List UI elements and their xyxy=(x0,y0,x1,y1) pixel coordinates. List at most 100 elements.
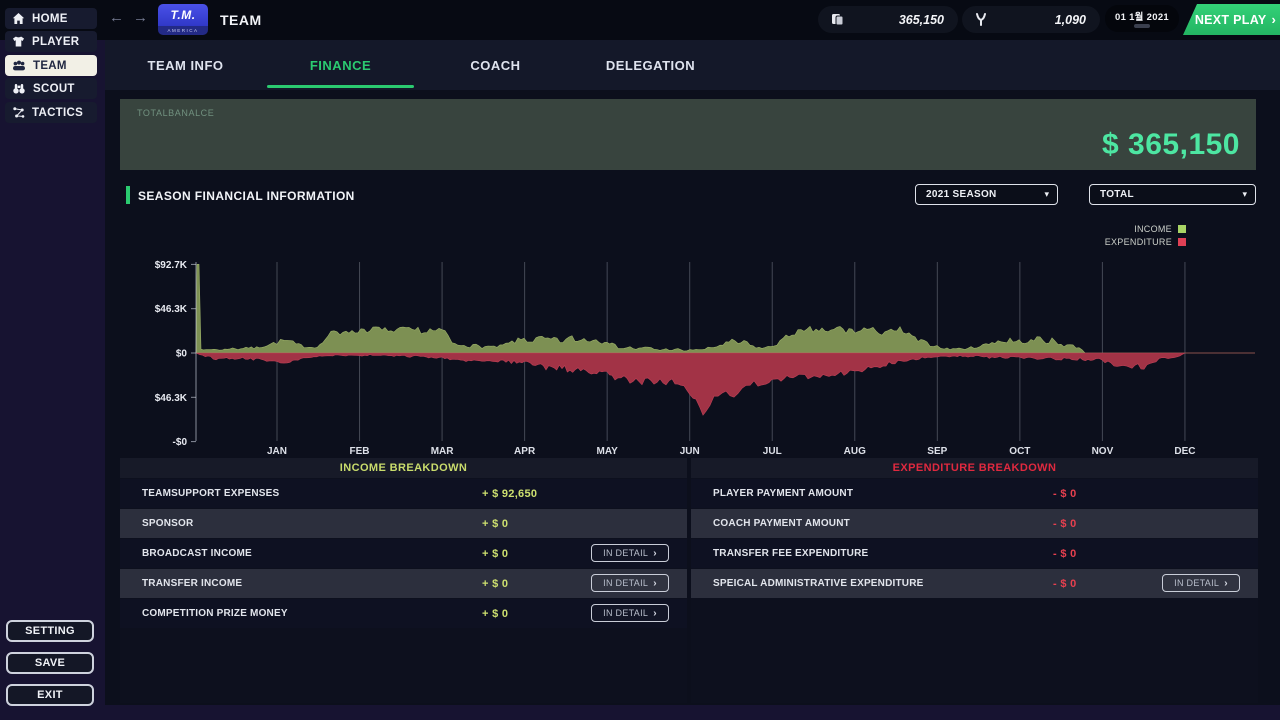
table-row: TRANSFER FEE EXPENDITURE - $ 0 xyxy=(691,539,1258,568)
table-row: PLAYER PAYMENT AMOUNT- $ 0 xyxy=(691,479,1258,508)
y-tick-label: -$0 xyxy=(173,437,188,448)
x-month-label: JUL xyxy=(763,446,782,454)
victory-stat: 1,090 xyxy=(962,6,1100,33)
table-row: SPEICAL ADMINISTRATIVE EXPENDITURE- $ 0I… xyxy=(691,569,1258,598)
finance-chart: $92.7K$46.3K$0$46.3K-$0JANFEBMARAPRMAYJU… xyxy=(120,256,1260,454)
table-row: COMPETITION PRIZE MONEY+ $ 0IN DETAIL› xyxy=(120,599,687,628)
sidebar-item-label: PLAYER xyxy=(32,36,79,48)
row-value: - $ 0 xyxy=(1053,548,1077,560)
scope-dropdown[interactable]: TOTAL ▾ xyxy=(1089,184,1256,205)
income-area xyxy=(196,264,1255,353)
sidebar-item-label: SCOUT xyxy=(33,83,75,95)
section-accent-bar xyxy=(126,186,130,204)
row-label: COMPETITION PRIZE MONEY xyxy=(120,608,288,619)
money-icon xyxy=(830,12,845,27)
topbar: ← → T.M. AMERICA TEAM 365,150 1,090 01 1… xyxy=(0,0,1280,40)
x-month-label: AUG xyxy=(844,446,866,454)
breakdown-header: EXPENDITURE BREAKDOWN xyxy=(691,458,1258,478)
row-value: - $ 0 xyxy=(1053,518,1077,530)
table-row: SPONSOR + $ 0 xyxy=(120,509,687,538)
legend-swatch xyxy=(1178,238,1186,246)
next-play-label: NEXT PLAY xyxy=(1187,13,1267,27)
chevron-right-icon: › xyxy=(653,578,657,589)
in-detail-button[interactable]: IN DETAIL› xyxy=(591,544,669,562)
player-icon xyxy=(12,35,25,48)
breakdown-header: INCOME BREAKDOWN xyxy=(120,458,687,478)
row-label: SPONSOR xyxy=(120,518,193,529)
legend-swatch xyxy=(1178,225,1186,233)
x-month-label: APR xyxy=(514,446,536,454)
tab-bar: TEAM INFOFINANCECOACHDELEGATION xyxy=(105,40,1280,90)
x-month-label: MAY xyxy=(597,446,619,454)
team-icon xyxy=(12,59,26,72)
row-label: TRANSFER FEE EXPENDITURE xyxy=(691,548,868,559)
breakdown-tables: INCOME BREAKDOWN TEAMSUPPORT EXPENSES + $ … xyxy=(120,458,1258,703)
tab-coach[interactable]: COACH xyxy=(418,40,573,90)
chevron-right-icon: › xyxy=(1224,578,1228,589)
row-value: + $ 0 xyxy=(482,518,508,530)
x-month-label: OCT xyxy=(1009,446,1030,454)
chevron-down-icon: ▾ xyxy=(1242,189,1255,200)
chevron-right-icon: › xyxy=(653,608,657,619)
x-month-label: MAR xyxy=(431,446,455,454)
exit-button[interactable]: EXIT xyxy=(6,684,94,706)
in-detail-button[interactable]: IN DETAIL › xyxy=(1162,574,1240,592)
save-button[interactable]: SAVE xyxy=(6,652,94,674)
back-arrow-icon[interactable]: ← xyxy=(109,9,124,26)
in-detail-label: IN DETAIL xyxy=(603,548,648,558)
money-value: 365,150 xyxy=(845,13,958,27)
sidebar-item-player[interactable]: PLAYER xyxy=(5,31,97,52)
row-label: TEAMSUPPORT EXPENSES xyxy=(120,488,279,499)
sidebar-item-scout[interactable]: SCOUT xyxy=(5,78,97,99)
tactics-icon xyxy=(12,106,25,119)
chart-legend: INCOMEEXPENDITURE xyxy=(1105,224,1186,247)
x-month-label: JAN xyxy=(267,446,287,454)
income-breakdown-panel: INCOME BREAKDOWN TEAMSUPPORT EXPENSES + $ … xyxy=(120,458,687,703)
x-month-label: DEC xyxy=(1174,446,1195,454)
table-row: BROADCAST INCOME + $ 0 IN DETAIL› xyxy=(120,539,687,568)
money-stat: 365,150 xyxy=(818,6,958,33)
in-detail-button[interactable]: IN DETAIL › xyxy=(591,574,669,592)
in-detail-label: IN DETAIL xyxy=(603,578,648,588)
in-detail-button[interactable]: IN DETAIL › xyxy=(591,604,669,622)
team-logo-text: T.M. xyxy=(158,4,208,26)
sidebar-item-tactics[interactable]: TACTICS xyxy=(5,102,97,123)
sidebar-item-team[interactable]: TEAM xyxy=(5,55,97,76)
current-date: 01 1월 2021 xyxy=(1115,9,1169,23)
x-month-label: SEP xyxy=(927,446,947,454)
tab-finance[interactable]: FINANCE xyxy=(263,40,418,90)
row-label: SPEICAL ADMINISTRATIVE EXPENDITURE xyxy=(691,578,924,589)
row-value: + $ 0 xyxy=(482,578,508,590)
in-detail-label: IN DETAIL xyxy=(1174,578,1219,588)
legend-label: EXPENDITURE xyxy=(1105,237,1172,247)
victory-icon xyxy=(974,12,988,27)
victory-value: 1,090 xyxy=(988,13,1100,27)
row-value: + $ 92,650 xyxy=(482,488,537,500)
scout-icon xyxy=(12,82,26,95)
row-value: + $ 0 xyxy=(482,548,508,560)
x-month-label: NOV xyxy=(1092,446,1114,454)
team-logo: T.M. AMERICA xyxy=(158,4,208,35)
in-detail-label: IN DETAIL xyxy=(603,608,648,618)
home-icon xyxy=(12,12,25,25)
sidebar-item-label: HOME xyxy=(32,13,68,25)
x-month-label: FEB xyxy=(350,446,370,454)
y-tick-label: $0 xyxy=(176,349,188,360)
y-tick-label: $46.3K xyxy=(155,304,188,315)
team-logo-subtext: AMERICA xyxy=(158,26,208,35)
sidebar-item-home[interactable]: HOME xyxy=(5,8,97,29)
tab-team-info[interactable]: TEAM INFO xyxy=(108,40,263,90)
sidebar-item-label: TACTICS xyxy=(32,107,83,119)
row-label: BROADCAST INCOME xyxy=(120,548,252,559)
tab-delegation[interactable]: DELEGATION xyxy=(573,40,728,90)
row-label: TRANSFER INCOME xyxy=(120,578,242,589)
row-value: - $ 0 xyxy=(1053,488,1077,500)
setting-button[interactable]: SETTING xyxy=(6,620,94,642)
season-dropdown[interactable]: 2021 SEASON ▾ xyxy=(915,184,1058,205)
date-sub-indicator xyxy=(1134,24,1150,28)
forward-arrow-icon[interactable]: → xyxy=(133,9,148,26)
chevron-right-icon: › xyxy=(1272,12,1277,27)
next-play-button[interactable]: NEXT PLAY › xyxy=(1183,4,1280,35)
total-balance-panel: TOTALBANALCE $ 365,150 xyxy=(120,99,1256,170)
table-row: TRANSFER INCOME + $ 0 IN DETAIL › xyxy=(120,569,687,598)
